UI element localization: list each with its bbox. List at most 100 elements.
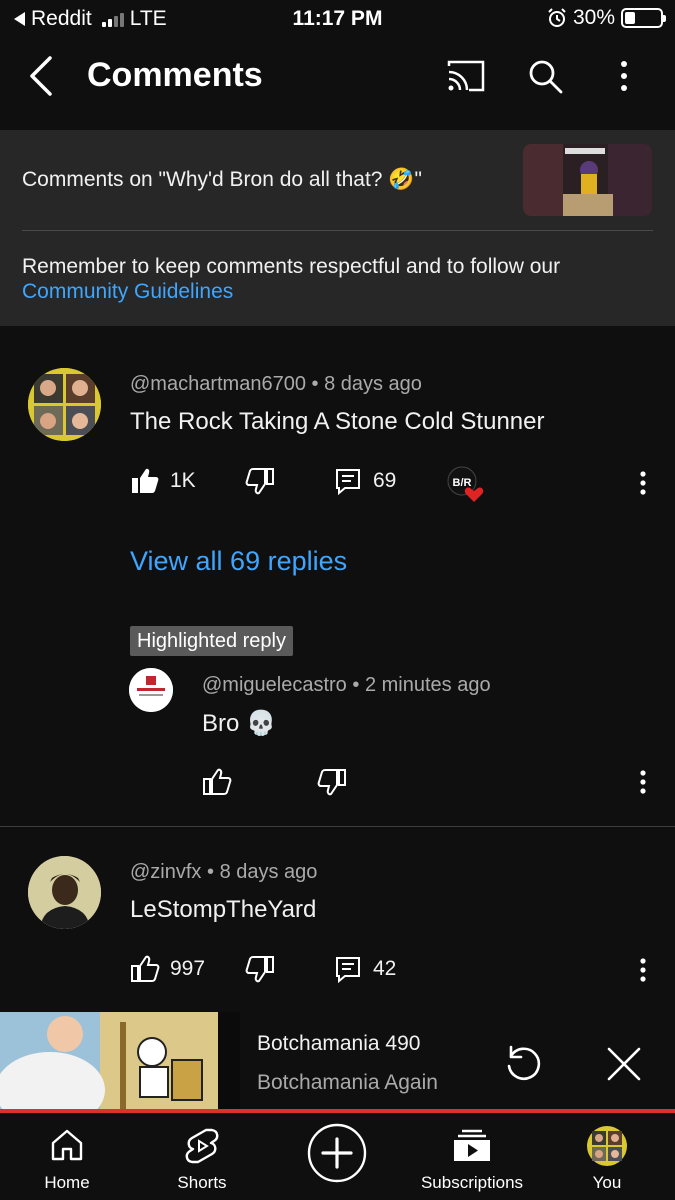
- search-icon: [529, 60, 563, 94]
- comment-author[interactable]: @zinvfx: [130, 861, 201, 883]
- more-vertical-icon: [640, 770, 646, 794]
- thumbs-up-icon: [203, 768, 232, 795]
- mini-player-title: Botchamania 490: [257, 1032, 421, 1055]
- battery-icon: [621, 8, 666, 28]
- create-plus-icon: [307, 1123, 367, 1183]
- mini-player[interactable]: Botchamania 490 Botchamania Again: [0, 1012, 675, 1110]
- comment-time: 8 days ago: [219, 861, 318, 883]
- more-vertical-icon: [621, 61, 627, 91]
- search-button[interactable]: [525, 56, 565, 96]
- nav-you[interactable]: You: [542, 1113, 672, 1200]
- nav-you-label: You: [592, 1173, 622, 1192]
- reply-time: 2 minutes ago: [364, 674, 491, 696]
- thumbs-down-icon: [317, 769, 346, 796]
- thumbs-down-icon: [245, 956, 274, 983]
- nav-shorts[interactable]: Shorts: [137, 1113, 267, 1200]
- comment-more-button[interactable]: [633, 469, 653, 499]
- nav-shorts-label: Shorts: [177, 1173, 227, 1192]
- reply-like-button[interactable]: [202, 767, 232, 797]
- more-options-button[interactable]: [604, 56, 644, 96]
- meta-separator: •: [311, 373, 325, 395]
- alarm-icon: [548, 8, 566, 27]
- comment-reply-icon: [336, 957, 360, 984]
- dislike-button[interactable]: [245, 466, 275, 496]
- subscriptions-icon: [454, 1129, 490, 1161]
- comment-meta: @machartman6700 • 8 days ago: [130, 373, 422, 396]
- reply-meta: @miguelecastro • 2 minutes ago: [202, 674, 491, 697]
- nav-subscriptions[interactable]: Subscriptions: [407, 1113, 537, 1200]
- back-chevron-icon: [30, 56, 52, 96]
- nav-home[interactable]: Home: [2, 1113, 132, 1200]
- reply-count: 69: [373, 469, 397, 492]
- replay-button[interactable]: [502, 1042, 544, 1084]
- community-guidelines-link[interactable]: Community Guidelines: [22, 279, 652, 304]
- app-header: Comments: [0, 36, 675, 120]
- view-replies-link[interactable]: View all 69 replies: [130, 546, 347, 577]
- thumbs-up-icon: [131, 955, 160, 982]
- avatar-image: [28, 856, 101, 929]
- comment-reply-icon: [336, 469, 360, 496]
- page-title: Comments: [87, 56, 263, 94]
- status-right: 30%: [547, 6, 666, 30]
- shorts-icon: [185, 1128, 219, 1164]
- you-avatar-icon: [587, 1126, 627, 1166]
- comment-text: LeStompTheYard: [130, 896, 317, 923]
- meta-separator: •: [352, 674, 365, 696]
- avatar-image: [28, 368, 101, 441]
- like-count: 997: [170, 957, 206, 980]
- cast-icon: [447, 60, 485, 92]
- nav-home-label: Home: [44, 1173, 90, 1192]
- highlighted-reply-badge: Highlighted reply: [130, 626, 293, 656]
- comment-text: The Rock Taking A Stone Cold Stunner: [130, 408, 545, 435]
- comment-meta: @zinvfx • 8 days ago: [130, 861, 317, 884]
- more-vertical-icon: [640, 471, 646, 495]
- video-thumbnail[interactable]: [523, 144, 652, 216]
- guidelines-notice: Remember to keep comments respectful and…: [22, 254, 652, 304]
- back-button[interactable]: [22, 54, 62, 98]
- bottom-navigation: Home Shorts Subscriptions You: [0, 1113, 675, 1200]
- context-divider: [22, 230, 653, 231]
- comment-divider: [0, 826, 675, 827]
- mini-player-channel: Botchamania Again: [257, 1071, 438, 1094]
- reply-count: 42: [373, 957, 397, 980]
- video-context-panel: Comments on "Why'd Bron do all that? 🤣" …: [0, 130, 675, 326]
- commenter-avatar[interactable]: [28, 368, 101, 441]
- comment-author[interactable]: @machartman6700: [130, 373, 306, 395]
- close-mini-player-button[interactable]: [604, 1044, 644, 1084]
- reply-author[interactable]: @miguelecastro: [202, 674, 347, 696]
- reply-more-button[interactable]: [633, 768, 653, 798]
- like-button[interactable]: 1K: [130, 466, 196, 496]
- thumbs-down-icon: [245, 468, 274, 495]
- reply-button[interactable]: 42: [333, 954, 396, 984]
- more-vertical-icon: [640, 958, 646, 982]
- dislike-button[interactable]: [245, 954, 275, 984]
- close-icon: [607, 1047, 641, 1081]
- commenter-avatar[interactable]: [28, 856, 101, 929]
- guidelines-text: Remember to keep comments respectful and…: [22, 255, 561, 278]
- mini-player-thumbnail[interactable]: [0, 1012, 240, 1110]
- reply-avatar[interactable]: [129, 668, 173, 712]
- comment-time: 8 days ago: [324, 373, 422, 395]
- meta-separator: •: [207, 861, 220, 883]
- reply-dislike-button[interactable]: [317, 767, 347, 797]
- replay-icon: [507, 1045, 541, 1081]
- like-button[interactable]: 997: [130, 954, 205, 984]
- nav-create[interactable]: [272, 1113, 402, 1200]
- status-bar: Reddit LTE 11:17 PM 30%: [0, 0, 675, 36]
- creator-heart: B/R: [446, 466, 486, 506]
- creator-heart-badge: B/R: [453, 477, 472, 489]
- like-count: 1K: [170, 469, 196, 492]
- battery-percent: 30%: [572, 6, 615, 29]
- reply-text: Bro 💀: [202, 710, 276, 737]
- comment-more-button[interactable]: [633, 956, 653, 986]
- home-icon: [51, 1129, 83, 1161]
- thumbs-up-filled-icon: [132, 468, 159, 493]
- reply-avatar-image: [129, 668, 173, 712]
- thumbnail-image: [523, 144, 652, 216]
- creator-heart-icon: B/R: [447, 466, 484, 502]
- cast-button[interactable]: [445, 56, 485, 96]
- nav-subscriptions-label: Subscriptions: [420, 1173, 524, 1192]
- reply-button[interactable]: 69: [333, 466, 396, 496]
- comments-on-title: Comments on "Why'd Bron do all that? 🤣": [22, 168, 422, 191]
- mini-thumbnail-image: [0, 1012, 240, 1110]
